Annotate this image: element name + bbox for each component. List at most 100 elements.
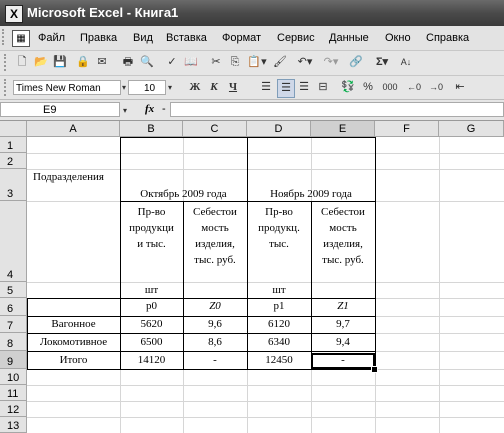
insert-function-icon[interactable]: fx bbox=[145, 103, 154, 115]
column-header-g[interactable]: G bbox=[439, 121, 504, 137]
menu-edit[interactable]: Правка bbox=[80, 32, 117, 44]
permission-icon[interactable]: 🔒 bbox=[75, 54, 91, 71]
indent-icon[interactable]: ⇤ bbox=[452, 79, 468, 96]
merge-center-icon[interactable]: ⊟ bbox=[315, 79, 331, 96]
formula-input[interactable] bbox=[170, 102, 504, 117]
column-header-d[interactable]: D bbox=[247, 121, 311, 137]
cell-c4[interactable]: Себестои мость изделия, тыс. руб. bbox=[183, 204, 247, 268]
column-header-a[interactable]: A bbox=[27, 121, 120, 137]
percent-button[interactable]: % bbox=[361, 79, 375, 96]
size-dropdown-icon[interactable]: ▾ bbox=[166, 79, 174, 96]
cut-icon[interactable]: ✂ bbox=[208, 54, 224, 71]
redo-icon[interactable]: ↷▾ bbox=[320, 54, 342, 71]
cell-e7[interactable]: 9,7 bbox=[311, 318, 375, 330]
cell-d8[interactable]: 6340 bbox=[247, 336, 311, 348]
excel-app-icon[interactable]: X bbox=[5, 5, 23, 23]
font-name-select[interactable]: Times New Roman bbox=[13, 80, 121, 95]
select-all-corner[interactable] bbox=[0, 121, 27, 137]
row-header-10[interactable]: 10 bbox=[0, 369, 27, 385]
active-cell-selection[interactable] bbox=[311, 353, 375, 369]
format-painter-icon[interactable]: 🖌 bbox=[272, 54, 288, 71]
row-header-2[interactable]: 2 bbox=[0, 153, 27, 169]
bold-button[interactable]: Ж bbox=[188, 79, 202, 96]
fill-handle[interactable] bbox=[371, 366, 378, 373]
undo-icon[interactable]: ↶▾ bbox=[294, 54, 316, 71]
cell-b8[interactable]: 6500 bbox=[120, 336, 183, 348]
paste-icon[interactable]: 📋▾ bbox=[246, 54, 268, 71]
spelling-icon[interactable]: ✓ bbox=[164, 54, 180, 71]
menu-tools[interactable]: Сервис bbox=[277, 32, 315, 44]
menu-data[interactable]: Данные bbox=[329, 32, 369, 44]
italic-button[interactable]: К bbox=[207, 79, 221, 96]
cell-c6[interactable]: Z0 bbox=[183, 300, 247, 312]
column-header-b[interactable]: B bbox=[120, 121, 183, 137]
cell-e8[interactable]: 9,4 bbox=[311, 336, 375, 348]
column-header-f[interactable]: F bbox=[375, 121, 439, 137]
research-icon[interactable]: 📖 bbox=[183, 54, 199, 71]
cell-a7[interactable]: Вагонное bbox=[27, 318, 120, 330]
row-header-8[interactable]: 8 bbox=[0, 333, 27, 351]
cell-b5[interactable]: шт bbox=[120, 284, 183, 296]
column-header-c[interactable]: C bbox=[183, 121, 247, 137]
increase-decimal-icon[interactable]: ←0 bbox=[404, 79, 424, 96]
row-header-12[interactable]: 12 bbox=[0, 401, 27, 417]
menu-insert[interactable]: Вставка bbox=[166, 32, 207, 44]
column-header-e[interactable]: E bbox=[311, 121, 375, 137]
cell-b6[interactable]: p0 bbox=[120, 300, 183, 312]
underline-button[interactable]: Ч bbox=[226, 79, 240, 96]
open-folder-icon[interactable]: 📂 bbox=[33, 54, 49, 71]
save-icon[interactable]: 💾 bbox=[52, 54, 68, 71]
cell-c9[interactable]: - bbox=[183, 354, 247, 366]
cell-d7[interactable]: 6120 bbox=[247, 318, 311, 330]
cell-d9[interactable]: 12450 bbox=[247, 354, 311, 366]
align-center-icon[interactable]: ☰ bbox=[277, 79, 295, 98]
cell-d3[interactable]: Ноябрь 2009 года bbox=[247, 188, 375, 200]
row-header-1[interactable]: 1 bbox=[0, 137, 27, 153]
thousands-separator-button[interactable]: 000 bbox=[380, 79, 400, 96]
workbook-icon[interactable]: ▦ bbox=[12, 30, 30, 47]
font-size-select[interactable]: 10 bbox=[128, 80, 166, 95]
row-header-5[interactable]: 5 bbox=[0, 282, 27, 298]
cell-c7[interactable]: 9,6 bbox=[183, 318, 247, 330]
hyperlink-icon[interactable]: 🔗 bbox=[348, 54, 364, 71]
align-right-icon[interactable]: ☰ bbox=[296, 79, 312, 96]
cell-d5[interactable]: шт bbox=[247, 284, 311, 296]
toolbar-grip-icon[interactable] bbox=[4, 79, 12, 96]
menu-file[interactable]: Файл bbox=[38, 32, 65, 44]
print-icon[interactable]: 🖶 bbox=[120, 54, 136, 71]
cell-c8[interactable]: 8,6 bbox=[183, 336, 247, 348]
name-box-dropdown-icon[interactable]: ▾ bbox=[121, 102, 129, 119]
cell-a9[interactable]: Итого bbox=[27, 354, 120, 366]
currency-icon[interactable]: 💱 bbox=[340, 79, 356, 96]
email-icon[interactable]: ✉ bbox=[94, 54, 110, 71]
new-document-icon[interactable]: 🗋 bbox=[14, 54, 30, 71]
row-header-4[interactable]: 4 bbox=[0, 201, 27, 282]
autosum-icon[interactable]: Σ▾ bbox=[370, 54, 394, 71]
cell-b7[interactable]: 5620 bbox=[120, 318, 183, 330]
name-box[interactable]: E9 bbox=[0, 102, 120, 117]
cell-a8[interactable]: Локомотивное bbox=[27, 336, 120, 348]
cell-a3[interactable]: Подразделения bbox=[33, 171, 104, 183]
cell-e4[interactable]: Себестои мость изделия, тыс. руб. bbox=[311, 204, 375, 268]
cell-b9[interactable]: 14120 bbox=[120, 354, 183, 366]
sort-ascending-icon[interactable]: А↓ bbox=[398, 54, 414, 71]
menu-window[interactable]: Окно bbox=[385, 32, 411, 44]
menu-format[interactable]: Формат bbox=[222, 32, 261, 44]
print-preview-icon[interactable]: 🔍 bbox=[139, 54, 155, 71]
toolbar-grip-icon[interactable] bbox=[4, 54, 12, 71]
cell-b3[interactable]: Октябрь 2009 года bbox=[120, 188, 247, 200]
font-dropdown-icon[interactable]: ▾ bbox=[120, 79, 128, 96]
cell-d4[interactable]: Пр-во продукц. тыс. bbox=[247, 204, 311, 252]
row-header-7[interactable]: 7 bbox=[0, 316, 27, 333]
decrease-decimal-icon[interactable]: →0 bbox=[426, 79, 446, 96]
menu-help[interactable]: Справка bbox=[426, 32, 469, 44]
align-left-icon[interactable]: ☰ bbox=[258, 79, 274, 96]
cell-e6[interactable]: Z1 bbox=[311, 300, 375, 312]
menu-view[interactable]: Вид bbox=[133, 32, 153, 44]
cell-d6[interactable]: p1 bbox=[247, 300, 311, 312]
row-header-13[interactable]: 13 bbox=[0, 417, 27, 433]
row-header-3[interactable]: 3 bbox=[0, 169, 27, 201]
cell-b4[interactable]: Пр-во продукци и тыс. bbox=[120, 204, 183, 252]
row-header-6[interactable]: 6 bbox=[0, 298, 27, 316]
copy-icon[interactable]: ⎘ bbox=[227, 54, 243, 71]
